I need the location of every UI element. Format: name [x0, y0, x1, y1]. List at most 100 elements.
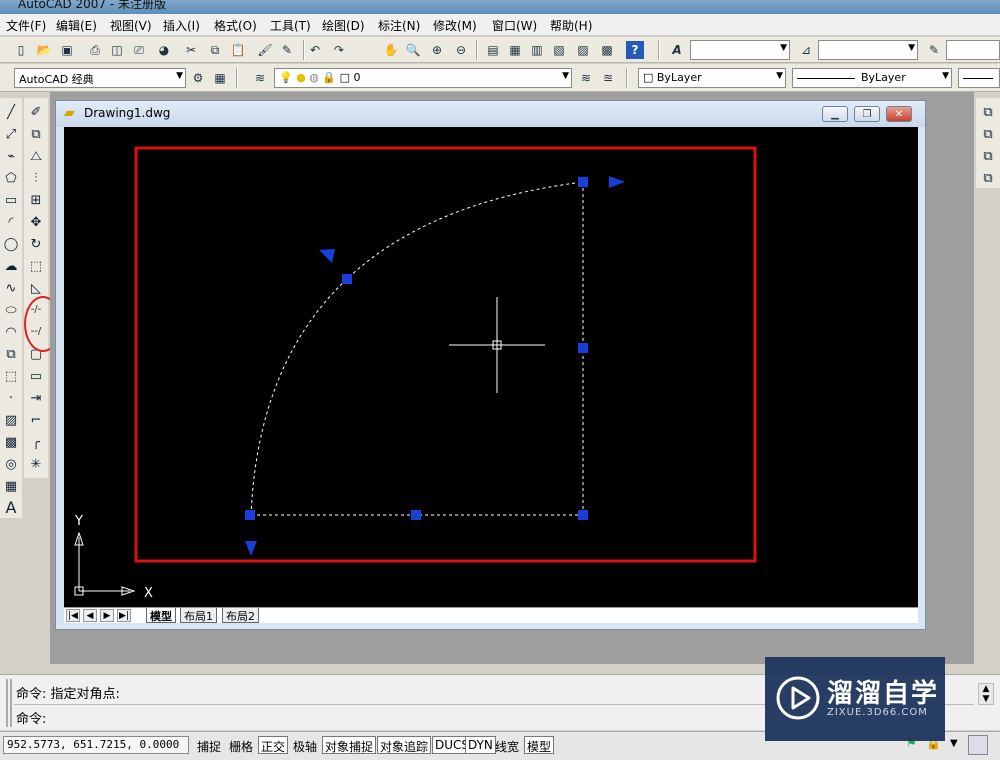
bring-to-front-icon[interactable]: ⧉ [978, 102, 998, 122]
polyline-icon[interactable]: ⌁ [1, 146, 21, 166]
tab-layout2[interactable]: 布局2 [222, 608, 259, 623]
open-icon[interactable]: 📂 [35, 41, 53, 59]
command-prompt[interactable]: 命令: [16, 708, 46, 727]
gradient-icon[interactable]: ▩ [1, 432, 21, 452]
print-icon[interactable]: ⎙ [86, 41, 104, 59]
chamfer-icon[interactable]: ⌐ [26, 410, 46, 430]
sheet-set-icon[interactable]: ▧ [550, 41, 568, 59]
zoom-previous-icon[interactable]: ⊖ [452, 41, 470, 59]
minimize-button[interactable]: ▁ [822, 106, 848, 122]
prev-tab-button[interactable]: ◀ [83, 609, 97, 622]
join-icon[interactable]: ⇥ [26, 388, 46, 408]
tab-layout1[interactable]: 布局1 [180, 608, 217, 623]
grip[interactable] [342, 274, 352, 284]
make-block-icon[interactable]: ⬚ [1, 366, 21, 386]
lineweight-select[interactable] [958, 68, 1000, 88]
dim-style-icon[interactable]: ⊿ [797, 41, 815, 59]
first-tab-button[interactable]: |◀ [66, 609, 80, 622]
grip[interactable] [578, 343, 588, 353]
make-layer-current-icon[interactable]: ≋ [577, 69, 595, 87]
match-properties-icon[interactable]: 🖌 [256, 41, 274, 59]
circle-icon[interactable]: ◯ [1, 234, 21, 254]
menu-window[interactable]: 窗口(W) [492, 17, 537, 34]
spline-icon[interactable]: ∿ [1, 278, 21, 298]
grip[interactable] [578, 177, 588, 187]
grip[interactable] [578, 510, 588, 520]
insert-block-icon[interactable]: ⧉ [1, 344, 21, 364]
drawing-canvas[interactable]: Y X [64, 127, 918, 607]
rotate-icon[interactable]: ↻ [26, 234, 46, 254]
table-icon[interactable]: ▦ [1, 476, 21, 496]
arc-grip-arrow[interactable] [245, 541, 257, 556]
cut-icon[interactable]: ✂ [182, 41, 200, 59]
command-grip[interactable] [6, 679, 12, 727]
revision-cloud-icon[interactable]: ☁ [1, 256, 21, 276]
point-icon[interactable]: · [1, 388, 21, 408]
zoom-realtime-icon[interactable]: 🔍 [404, 41, 422, 59]
workspace-settings-icon[interactable]: ⚙ [189, 69, 207, 87]
multiline-text-icon[interactable]: A [1, 498, 21, 518]
layer-select[interactable]: 💡 ● ◍ 🔒 □ 0 ▼ [274, 68, 572, 88]
ellipse-arc-icon[interactable]: ◠ [1, 322, 21, 342]
menu-view[interactable]: 视图(V) [110, 17, 152, 34]
layer-manager-icon[interactable]: ≋ [251, 69, 269, 87]
clean-screen-icon[interactable] [968, 735, 988, 755]
send-to-back-icon[interactable]: ⧉ [978, 124, 998, 144]
arc-grip-arrow[interactable] [609, 176, 625, 188]
color-select[interactable]: □ ByLayer ▼ [638, 68, 786, 88]
text-style-icon[interactable]: A [668, 41, 686, 59]
polygon-icon[interactable]: ⬠ [1, 168, 21, 188]
menu-file[interactable]: 文件(F) [6, 17, 46, 34]
next-tab-button[interactable]: ▶ [100, 609, 114, 622]
markup-icon[interactable]: ▨ [574, 41, 592, 59]
menu-edit[interactable]: 编辑(E) [56, 17, 97, 34]
preview-icon[interactable]: ◫ [108, 41, 126, 59]
menu-insert[interactable]: 插入(I) [163, 17, 200, 34]
zoom-window-icon[interactable]: ⊕ [428, 41, 446, 59]
redo-icon[interactable]: ↷ [330, 41, 348, 59]
paste-icon[interactable]: 📋 [229, 41, 247, 59]
undo-icon[interactable]: ↶ [306, 41, 324, 59]
drawing-svg[interactable]: Y X [64, 127, 918, 607]
status-toggle-button[interactable]: 栅格 [226, 736, 256, 754]
menu-format[interactable]: 格式(O) [214, 17, 257, 34]
grip[interactable] [245, 510, 255, 520]
calculator-icon[interactable]: ▩ [598, 41, 616, 59]
3d-dwf-icon[interactable]: ◕ [155, 41, 173, 59]
status-toggle-button[interactable]: 线宽 [492, 736, 522, 754]
status-toggle-button[interactable]: 极轴 [290, 736, 320, 754]
linetype-select[interactable]: ByLayer ▼ [792, 68, 952, 88]
copy-object-icon[interactable]: ⧉ [26, 124, 46, 144]
save-workspace-icon[interactable]: ▦ [211, 69, 229, 87]
rectangle-icon[interactable]: ▭ [1, 190, 21, 210]
menu-draw[interactable]: 绘图(D) [322, 17, 365, 34]
bring-above-icon[interactable]: ⧉ [978, 146, 998, 166]
status-toggle-button[interactable]: 对象捕捉 [322, 736, 377, 754]
pan-icon[interactable]: ✋ [382, 41, 400, 59]
dim-style-select[interactable]: ▼ [818, 40, 918, 60]
hatch-icon[interactable]: ▨ [1, 410, 21, 430]
mirror-icon[interactable]: ⧍ [26, 146, 46, 166]
copy-icon[interactable]: ⧉ [206, 41, 224, 59]
line-icon[interactable]: ╱ [1, 102, 21, 122]
grip[interactable] [411, 510, 421, 520]
offset-icon[interactable]: ⫶ [26, 168, 46, 188]
menu-help[interactable]: 帮助(H) [550, 17, 592, 34]
send-under-icon[interactable]: ⧉ [978, 168, 998, 188]
construction-line-icon[interactable]: ⤢ [1, 124, 21, 144]
status-toggle-button[interactable]: 捕捉 [194, 736, 224, 754]
arc-grip-arrow[interactable] [319, 249, 335, 263]
ellipse-icon[interactable]: ⬭ [1, 300, 21, 320]
command-scroll-icon[interactable]: ▲ ▼ [978, 683, 994, 705]
scale-icon[interactable]: ⬚ [26, 256, 46, 276]
explode-icon[interactable]: ✳ [26, 454, 46, 474]
stretch-icon[interactable]: ◺ [26, 278, 46, 298]
design-center-icon[interactable]: ▦ [506, 41, 524, 59]
erase-icon[interactable]: ✐ [26, 102, 46, 122]
publish-icon[interactable]: ⎚ [130, 41, 148, 59]
table-style-select[interactable] [946, 40, 1000, 60]
move-icon[interactable]: ✥ [26, 212, 46, 232]
help-icon[interactable]: ? [626, 41, 644, 59]
status-toggle-button[interactable]: 对象追踪 [377, 736, 432, 754]
status-toggle-button[interactable]: 正交 [258, 736, 289, 754]
